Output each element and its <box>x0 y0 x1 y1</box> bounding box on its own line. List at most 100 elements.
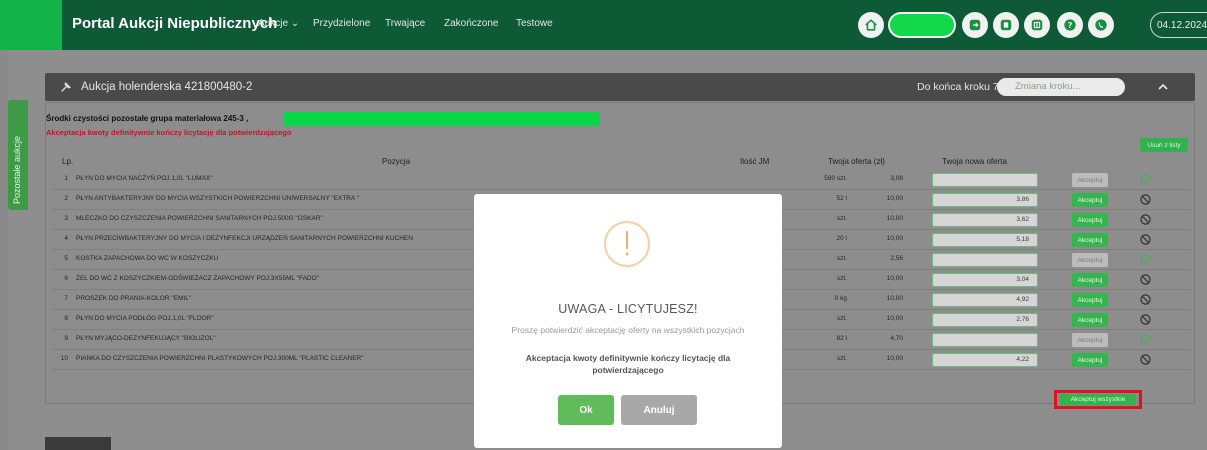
row-position-name: PIANKA DO CZYSZCZENIA POWIERZCHNI PLASTY… <box>76 355 364 362</box>
row-new-offer-input[interactable] <box>932 333 1038 347</box>
row-lp: 3 <box>64 215 68 222</box>
nav-link-testowe[interactable]: Testowe <box>516 18 553 29</box>
row-quantity: szt. <box>836 275 847 282</box>
check-circle-icon <box>1140 334 1151 345</box>
remove-from-list-button[interactable]: Usuń z listy <box>1140 138 1188 152</box>
row-quantity: 52 l <box>836 195 847 202</box>
row-accept-button[interactable]: Akceptuj <box>1072 253 1108 267</box>
row-current-offer: 10,00 <box>886 355 903 362</box>
row-position-name: MLECZKO DO CZYSZCZENIA POWIERZCHNI SANIT… <box>76 215 323 222</box>
row-quantity: szt. <box>836 355 847 362</box>
row-new-offer-input[interactable]: 3,62 <box>932 213 1038 227</box>
navbar-logo-block <box>0 0 62 50</box>
block-icon <box>1140 274 1151 285</box>
row-quantity: 82 l <box>836 335 847 342</box>
row-lp: 1 <box>64 175 68 182</box>
row-current-offer: 10,00 <box>886 275 903 282</box>
row-new-offer-input[interactable] <box>932 253 1038 267</box>
row-new-offer-input[interactable]: 2,76 <box>932 313 1038 327</box>
cancel-button[interactable]: Anuluj <box>621 395 697 425</box>
row-position-name: PŁYN ANTYBAKTERYJNY DO MYCIA WSZYSTKICH … <box>76 195 360 202</box>
user-account-button[interactable] <box>888 12 956 38</box>
block-icon <box>1140 214 1151 225</box>
material-group-highlight <box>284 112 600 126</box>
row-lp: 5 <box>64 255 68 262</box>
header-offer: Twoja oferta (zł) <box>828 157 885 166</box>
svg-text:?: ? <box>1068 21 1073 30</box>
row-current-offer: 10,00 <box>886 215 903 222</box>
row-new-offer-input[interactable]: 4,22 <box>932 353 1038 367</box>
row-quantity: szt. <box>836 255 847 262</box>
row-position-name: PROSZEK DO PRANIA-KOLOR "EMIL" <box>76 295 192 302</box>
nav-link-przydzielone[interactable]: Przydzielone <box>313 18 370 29</box>
row-current-offer: 10,00 <box>886 295 903 302</box>
row-accept-button[interactable]: Akceptuj <box>1072 353 1108 367</box>
row-quantity: szt. <box>836 315 847 322</box>
other-auctions-tab[interactable]: Pozostałe aukcje <box>8 100 28 210</box>
home-icon <box>865 19 877 31</box>
row-lp: 4 <box>64 235 68 242</box>
modal-warning: Akceptacja kwoty definitywnie kończy lic… <box>525 353 731 375</box>
header-position: Pozycja <box>382 157 411 166</box>
block-icon <box>1140 294 1151 305</box>
row-current-offer: 10,00 <box>886 195 903 202</box>
row-current-offer: 2,56 <box>890 255 903 262</box>
row-quantity: 20 l <box>836 235 847 242</box>
nav-link-zakonczone[interactable]: Zakończone <box>444 18 498 29</box>
home-button[interactable] <box>858 12 884 38</box>
manual-button[interactable] <box>1024 12 1050 38</box>
row-quantity: 0 kg <box>834 295 847 302</box>
table-row: 1 PŁYN DO MYCIA NACZYŃ POJ.1,0L "LUMAX" 59… <box>52 170 1192 190</box>
material-group-title: Środki czystości pozostałe grupa materia… <box>46 114 249 123</box>
row-new-offer-input[interactable]: 3,86 <box>932 193 1038 207</box>
row-position-name: KOSTKA ZAPACHOWA DO WC W KOSZYCZKU <box>76 255 219 262</box>
accept-all-label: Akceptuj wszystkie <box>1060 394 1136 405</box>
row-new-offer-input[interactable]: 5,18 <box>932 233 1038 247</box>
footer-block <box>45 437 111 450</box>
row-accept-button[interactable]: Akceptuj <box>1072 233 1108 247</box>
row-accept-button[interactable]: Akceptuj <box>1072 213 1108 227</box>
row-accept-button[interactable]: Akceptuj <box>1072 193 1108 207</box>
chevron-up-icon[interactable] <box>1155 79 1171 95</box>
row-new-offer-input[interactable]: 4,92 <box>932 293 1038 307</box>
document-icon <box>1000 19 1012 31</box>
row-accept-button[interactable]: Akceptuj <box>1072 333 1108 347</box>
step-change-select[interactable]: Zmiana kroku... <box>997 78 1125 96</box>
app-title[interactable]: Portal Aukcji Niepublicznych <box>72 15 277 32</box>
help-button[interactable]: ? <box>1057 12 1083 38</box>
logout-icon <box>969 19 981 31</box>
ok-button[interactable]: Ok <box>558 395 614 425</box>
top-navbar: Portal Aukcji Niepublicznych Aukcje ⌄ Pr… <box>0 0 1207 50</box>
row-lp: 8 <box>64 315 68 322</box>
help-icon: ? <box>1064 19 1076 31</box>
row-current-offer: 10,00 <box>886 315 903 322</box>
row-lp: 7 <box>64 295 68 302</box>
row-new-offer-input[interactable] <box>932 173 1038 187</box>
block-icon <box>1140 234 1151 245</box>
row-accept-button[interactable]: Akceptuj <box>1072 273 1108 287</box>
row-accept-button[interactable]: Akceptuj <box>1072 173 1108 187</box>
row-position-name: ŻEL DO WC Z KOSZYCZKIEM-ODŚWIEŻACZ ZAPAC… <box>76 275 319 282</box>
contact-button[interactable] <box>1088 12 1114 38</box>
accept-all-button[interactable]: Akceptuj wszystkie <box>1054 390 1142 409</box>
logout-button[interactable] <box>962 12 988 38</box>
header-qty: Ilość JM <box>740 157 770 166</box>
step-countdown-label: Do końca kroku 7 <box>917 81 999 93</box>
row-accept-button[interactable]: Akceptuj <box>1072 313 1108 327</box>
header-new-offer: Twoja nowa oferta <box>942 157 1007 166</box>
block-icon <box>1140 354 1151 365</box>
header-lp: Lp. <box>62 157 74 166</box>
block-icon <box>1140 314 1151 325</box>
check-circle-icon <box>1140 254 1151 265</box>
documents-button[interactable] <box>993 12 1019 38</box>
row-new-offer-input[interactable]: 3,04 <box>932 273 1038 287</box>
phone-icon <box>1095 19 1107 31</box>
nav-link-aukcje[interactable]: Aukcje ⌄ <box>258 18 299 29</box>
nav-link-trwajace[interactable]: Trwające <box>385 18 425 29</box>
row-lp: 6 <box>64 275 68 282</box>
row-position-name: PŁYN MYJĄCO-DEZYNFEKUJĄCY "BIOLIZOL" <box>76 335 216 342</box>
row-lp: 9 <box>64 335 68 342</box>
row-accept-button[interactable]: Akceptuj <box>1072 293 1108 307</box>
modal-title: UWAGA - LICYTUJESZ! <box>558 302 698 316</box>
row-current-offer: 4,70 <box>890 335 903 342</box>
